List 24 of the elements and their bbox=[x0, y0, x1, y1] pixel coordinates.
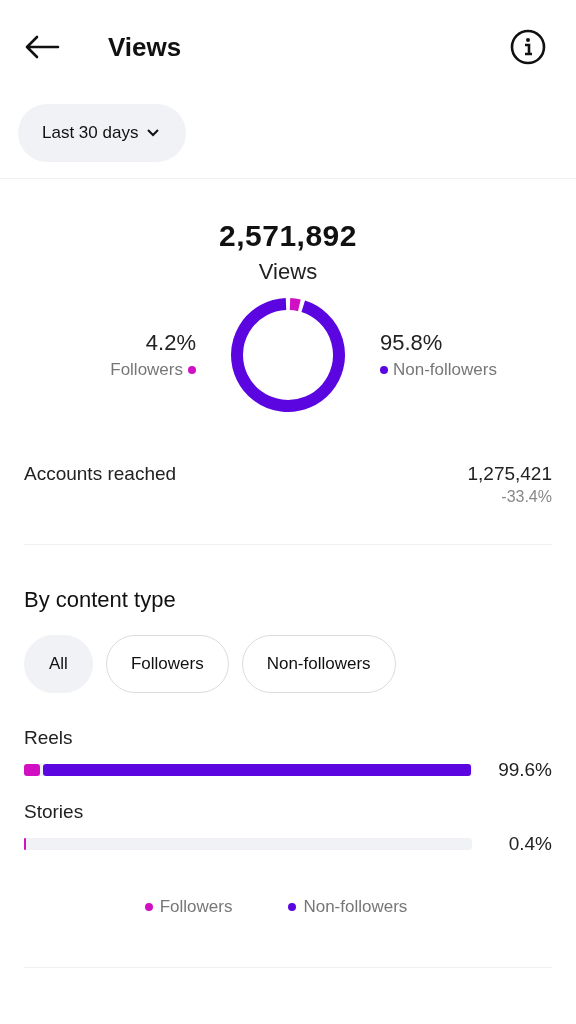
percent-value: 99.6% bbox=[497, 759, 552, 781]
page-title: Views bbox=[108, 31, 183, 63]
filter-chip[interactable]: Non-followers bbox=[241, 635, 396, 693]
legend-label: Followers bbox=[159, 897, 233, 917]
caret-icon bbox=[146, 128, 161, 138]
period-dropdown[interactable]: Last 30 days bbox=[18, 104, 187, 162]
percent-value: 95.8% bbox=[380, 330, 444, 356]
metric-label: Accounts reached bbox=[24, 463, 177, 486]
legend-label: Non-followers bbox=[393, 360, 497, 380]
back-arrow-icon[interactable] bbox=[24, 35, 60, 59]
filter-chip[interactable]: Followers bbox=[105, 635, 229, 693]
percent-value: 0.4% bbox=[507, 833, 552, 855]
legend-label: Non-followers bbox=[303, 897, 408, 917]
legend-label: Followers bbox=[110, 360, 183, 380]
views-label: Views bbox=[257, 259, 319, 285]
info-icon[interactable] bbox=[510, 29, 546, 65]
percent-value: 4.2% bbox=[145, 330, 196, 356]
section-title: By content type bbox=[24, 587, 177, 613]
filter-chip[interactable]: All bbox=[24, 635, 93, 693]
content-type-label: Reels bbox=[24, 727, 74, 749]
views-total: 2,571,892 bbox=[218, 219, 358, 253]
metric-value: 1,275,421 bbox=[467, 463, 552, 485]
metric-change: -33.4% bbox=[501, 488, 552, 506]
content-type-label: Stories bbox=[24, 801, 85, 823]
